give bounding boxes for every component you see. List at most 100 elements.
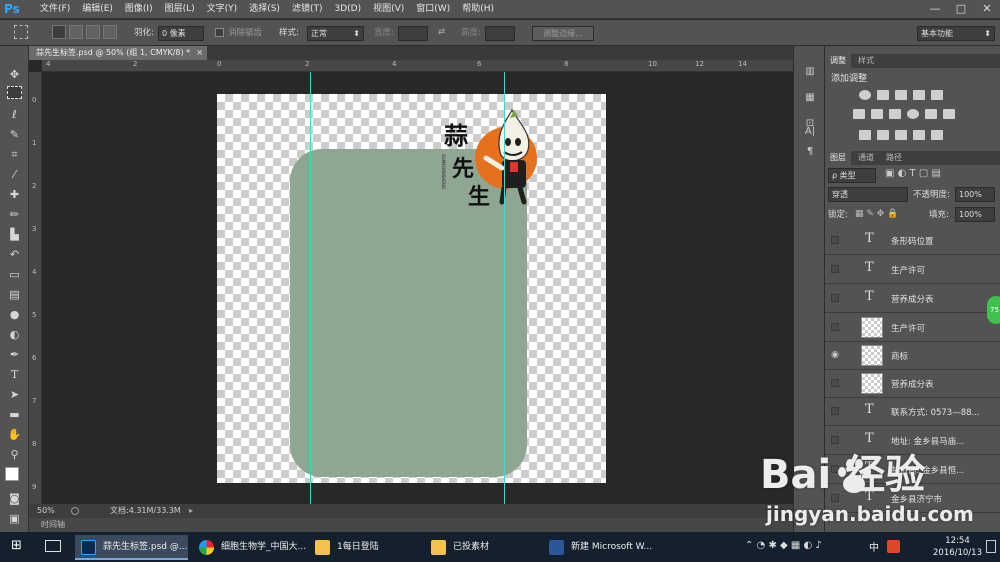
tab-channels[interactable]: 通道: [853, 151, 879, 165]
lasso-tool-icon[interactable]: ℓ: [5, 106, 24, 124]
task-view-icon[interactable]: [45, 540, 61, 552]
menu-select[interactable]: 选择(S): [243, 0, 286, 19]
selective-color-icon[interactable]: [913, 130, 925, 140]
history-icon[interactable]: ▥: [801, 64, 819, 80]
rect-marquee-tool-icon[interactable]: [7, 86, 22, 99]
black-white-icon[interactable]: [889, 109, 901, 119]
quick-select-tool-icon[interactable]: ✎: [5, 126, 24, 144]
clone-stamp-tool-icon[interactable]: ▙: [5, 226, 24, 244]
taskbar-item-photoshop[interactable]: 蒜先生标签.psd @...: [75, 535, 188, 560]
tab-styles[interactable]: 样式: [853, 54, 879, 68]
eyedropper-tool-icon[interactable]: ⁄: [5, 166, 24, 184]
close-tab-icon[interactable]: ×: [196, 46, 203, 60]
taskbar-item-folder-1[interactable]: 1每日登陆: [309, 535, 422, 560]
marquee-tool-icon[interactable]: [14, 25, 28, 39]
visibility-toggle[interactable]: [831, 436, 839, 444]
shape-tool-icon[interactable]: ▬: [5, 406, 24, 424]
blur-tool-icon[interactable]: ●: [5, 306, 24, 324]
subtract-selection-icon[interactable]: [86, 25, 100, 39]
maximize-button[interactable]: □: [948, 0, 974, 19]
layer-row[interactable]: 生产许可: [825, 314, 1000, 342]
status-menu-icon[interactable]: [71, 507, 79, 515]
eraser-tool-icon[interactable]: ▭: [5, 266, 24, 284]
color-balance-icon[interactable]: [871, 109, 883, 119]
menu-filter[interactable]: 滤镜(T): [286, 0, 329, 19]
paragraph-icon[interactable]: ¶: [801, 144, 819, 160]
menu-file[interactable]: 文件(F): [34, 0, 76, 19]
eye-icon[interactable]: ◉: [829, 349, 841, 361]
layer-kind-filter[interactable]: ρ 类型: [828, 168, 876, 183]
hand-tool-icon[interactable]: ✋: [5, 426, 24, 444]
move-tool-icon[interactable]: ✥: [5, 66, 24, 84]
dodge-tool-icon[interactable]: ◐: [5, 326, 24, 344]
clock[interactable]: 12:54 2016/10/13: [933, 535, 982, 559]
invert-icon[interactable]: [859, 130, 871, 140]
layer-row[interactable]: T 地址: 金乡县马庙...: [825, 427, 1000, 455]
swap-icon[interactable]: ⇄: [438, 26, 445, 38]
refine-edge-button[interactable]: 调整边缘...: [532, 26, 594, 41]
antialias-checkbox[interactable]: [215, 28, 224, 37]
zoom-level[interactable]: 50%: [37, 504, 55, 518]
opacity-input[interactable]: 100%: [955, 187, 995, 202]
channel-mixer-icon[interactable]: [925, 109, 937, 119]
visibility-toggle[interactable]: [831, 323, 839, 331]
layer-row[interactable]: T 营养成分表: [825, 285, 1000, 313]
brightness-icon[interactable]: [859, 90, 871, 100]
exposure-icon[interactable]: [913, 90, 925, 100]
menu-type[interactable]: 文字(Y): [201, 0, 244, 19]
menu-view[interactable]: 视图(V): [367, 0, 410, 19]
tray-icons[interactable]: ⌃ ◔ ✱ ◆ ▦ ◐ ♪: [745, 540, 822, 551]
guide-line-right[interactable]: [504, 72, 505, 504]
threshold-icon[interactable]: [895, 130, 907, 140]
menu-3d[interactable]: 3D(D): [328, 0, 367, 19]
path-select-tool-icon[interactable]: ➤: [5, 386, 24, 404]
lock-icons[interactable]: ▦ ✎ ✥ 🔒: [855, 209, 898, 219]
taskbar-item-browser[interactable]: 细胞生物学_中国大...: [193, 535, 306, 560]
visibility-toggle[interactable]: [831, 294, 839, 302]
visibility-toggle[interactable]: [831, 407, 839, 415]
posterize-icon[interactable]: [877, 130, 889, 140]
hue-saturation-icon[interactable]: [853, 109, 865, 119]
layer-row[interactable]: ◉ 商标: [825, 342, 1000, 370]
intersect-selection-icon[interactable]: [103, 25, 117, 39]
tab-paths[interactable]: 路径: [881, 151, 907, 165]
brush-tool-icon[interactable]: ✏: [5, 206, 24, 224]
status-arrow-icon[interactable]: ▸: [189, 504, 193, 518]
filter-icons[interactable]: ▣ ◐ T ▢ ▤: [885, 168, 941, 179]
ime-indicator[interactable]: 中: [869, 539, 879, 554]
taskbar-item-word[interactable]: 新建 Microsoft W...: [543, 535, 656, 560]
new-selection-icon[interactable]: [52, 25, 66, 39]
layer-row[interactable]: T 条形码位置: [825, 227, 1000, 255]
vibrance-icon[interactable]: [931, 90, 943, 100]
pen-tool-icon[interactable]: ✒: [5, 346, 24, 364]
visibility-toggle[interactable]: [831, 379, 839, 387]
visibility-toggle[interactable]: [831, 265, 839, 273]
guide-line-left[interactable]: [310, 72, 311, 504]
workspace-select[interactable]: 基本功能 ⬍: [917, 26, 995, 41]
sogou-icon[interactable]: [887, 540, 900, 553]
curves-icon[interactable]: [895, 90, 907, 100]
character-icon[interactable]: A|: [801, 124, 819, 140]
photo-filter-icon[interactable]: [907, 109, 919, 119]
menu-layer[interactable]: 图层(L): [159, 0, 201, 19]
menu-edit[interactable]: 编辑(E): [76, 0, 119, 19]
layer-row[interactable]: T 生产许可: [825, 256, 1000, 284]
foreground-color-swatch[interactable]: [5, 467, 19, 481]
screen-mode-icon[interactable]: ▣: [5, 510, 24, 528]
minimize-button[interactable]: —: [922, 0, 948, 19]
zoom-tool-icon[interactable]: ⚲: [5, 446, 24, 464]
gradient-map-icon[interactable]: [931, 130, 943, 140]
taskbar-item-folder-2[interactable]: 已投素材: [425, 535, 538, 560]
notification-icon[interactable]: [986, 540, 996, 553]
history-brush-tool-icon[interactable]: ↶: [5, 246, 24, 264]
feather-input[interactable]: 0 像素: [158, 26, 204, 41]
height-input[interactable]: [485, 26, 515, 41]
color-lookup-icon[interactable]: [943, 109, 955, 119]
levels-icon[interactable]: [877, 90, 889, 100]
speed-badge[interactable]: 75: [987, 296, 1000, 324]
menu-help[interactable]: 帮助(H): [456, 0, 500, 19]
tab-layers[interactable]: 图层: [825, 151, 851, 165]
quick-mask-icon[interactable]: ◙: [5, 490, 24, 508]
layer-row[interactable]: 营养成分表: [825, 370, 1000, 398]
width-input[interactable]: [398, 26, 428, 41]
